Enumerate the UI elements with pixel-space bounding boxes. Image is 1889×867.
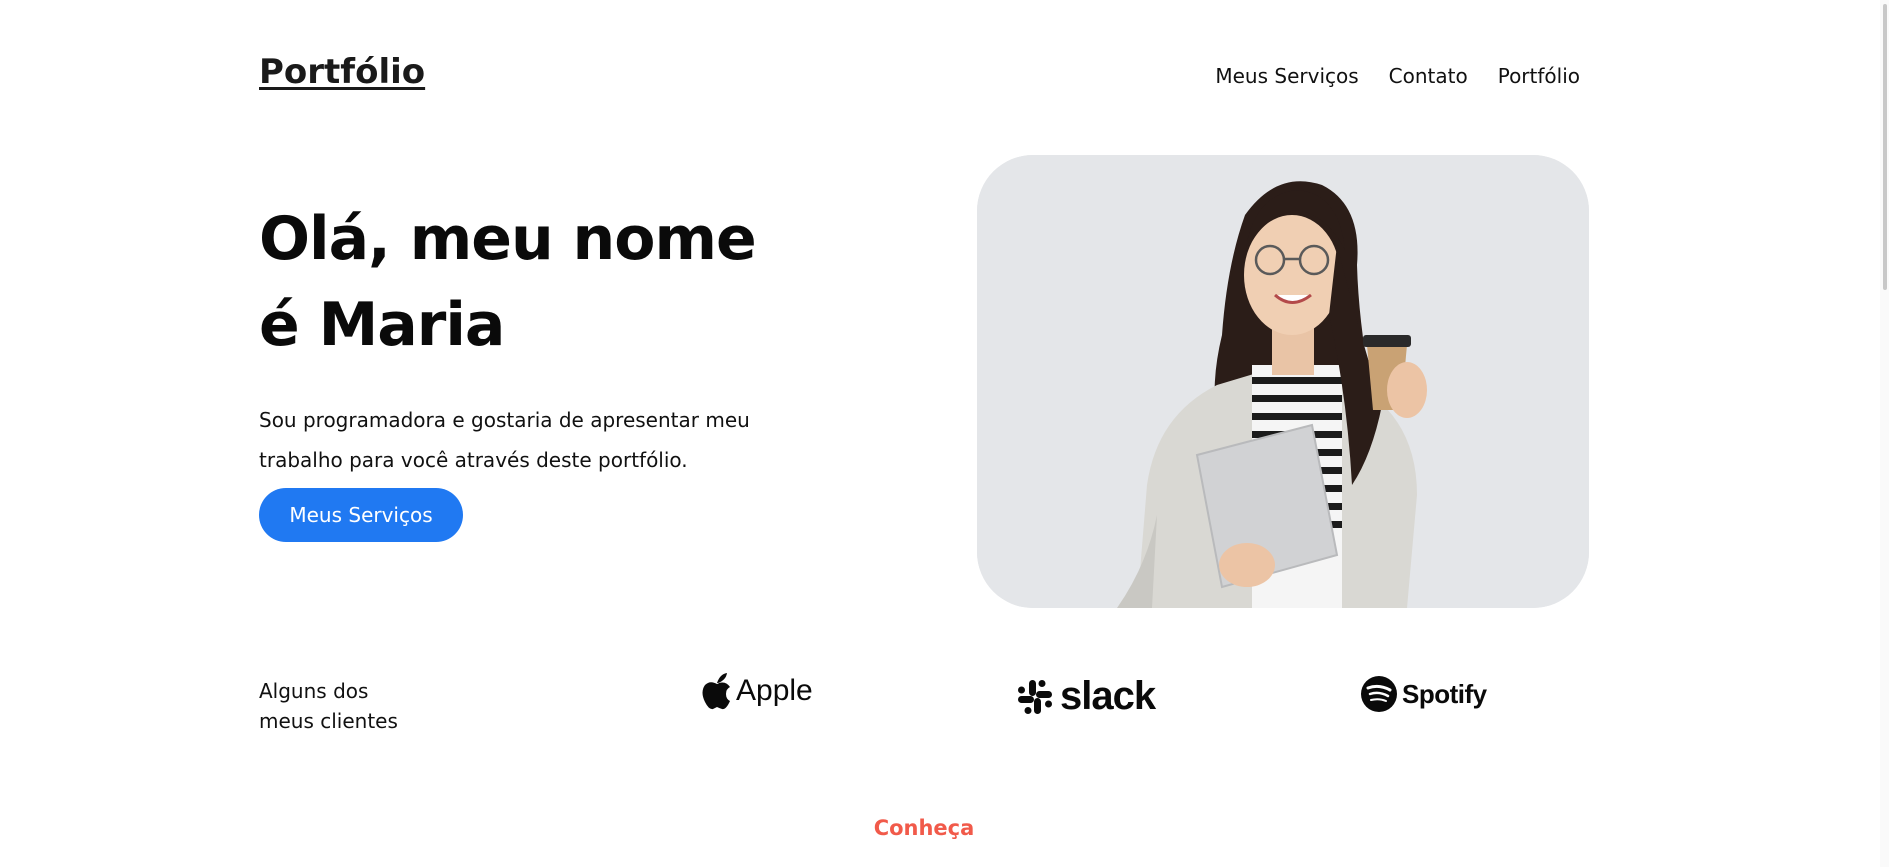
client-name: slack — [1060, 674, 1156, 718]
hero-title-line-2: é Maria — [259, 290, 505, 360]
nav-link-contact[interactable]: Contato — [1389, 64, 1468, 88]
services-button[interactable]: Meus Serviços — [259, 488, 463, 542]
portrait-illustration — [977, 155, 1589, 608]
scrollbar-thumb[interactable] — [1883, 4, 1887, 290]
spotify-logo-icon — [1361, 676, 1397, 712]
client-spotify: Spotify — [1360, 675, 1487, 713]
hero-title: Olá, meu nome é Maria — [259, 196, 757, 368]
client-slack: slack — [1016, 674, 1156, 719]
hero-title-line-1: Olá, meu nome — [259, 204, 757, 274]
apple-logo-icon — [702, 673, 730, 710]
hero-description: Sou programadora e gostaria de apresenta… — [259, 400, 819, 480]
nav-link-portfolio[interactable]: Portfólio — [1498, 64, 1580, 88]
page-scrollbar[interactable] — [1880, 0, 1889, 867]
clients-heading-line-2: meus clientes — [259, 709, 398, 733]
client-name: Apple — [736, 674, 813, 707]
profile-photo — [977, 155, 1589, 608]
client-apple: Apple — [702, 672, 813, 710]
main-nav: Meus Serviços Contato Portfólio — [1215, 64, 1580, 88]
hero-description-line-2: trabalho para você através deste portfól… — [259, 448, 688, 472]
clients-heading-line-1: Alguns dos — [259, 679, 369, 703]
clients-heading: Alguns dos meus clientes — [259, 676, 398, 736]
next-section-label: Conheça — [873, 816, 975, 840]
slack-logo-icon — [1018, 679, 1052, 714]
portfolio-page: Portfólio Meus Serviços Contato Portfóli… — [0, 0, 1880, 867]
logo-link[interactable]: Portfólio — [259, 52, 425, 92]
client-name: Spotify — [1402, 678, 1487, 709]
nav-link-services[interactable]: Meus Serviços — [1215, 64, 1358, 88]
hero-description-line-1: Sou programadora e gostaria de apresenta… — [259, 408, 750, 432]
